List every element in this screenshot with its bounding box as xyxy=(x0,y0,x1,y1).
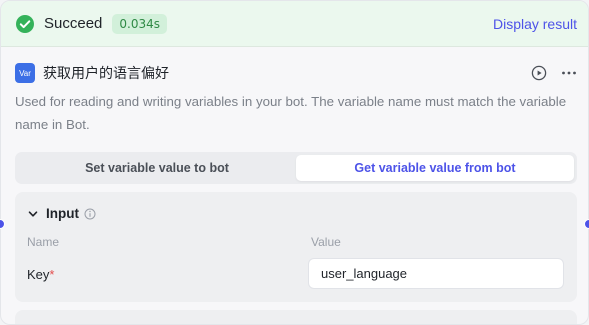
input-section-title: Input xyxy=(46,206,79,221)
tab-set-variable[interactable]: Set variable value to bot xyxy=(18,155,296,181)
param-key-label: Key* xyxy=(27,267,54,282)
output-port[interactable] xyxy=(584,219,589,229)
column-header-name: Name xyxy=(27,235,60,249)
check-circle-icon xyxy=(16,14,34,33)
node-actions xyxy=(531,65,577,81)
required-mark: * xyxy=(49,267,55,282)
input-section: Input Name Value Key* user_language xyxy=(15,192,577,302)
status-text: Succeed xyxy=(44,15,103,32)
info-icon[interactable] xyxy=(84,208,96,220)
node-title[interactable]: 获取用户的语言偏好 xyxy=(43,63,169,83)
more-icon[interactable] xyxy=(561,65,577,81)
node-description: Used for reading and writing variables i… xyxy=(15,94,567,132)
variable-node-card: Succeed 0.034s Display result Var 获取用户的语… xyxy=(0,0,589,325)
mode-switch: Set variable value to bot Get variable v… xyxy=(15,152,577,184)
node-header: Var 获取用户的语言偏好 xyxy=(15,61,577,85)
play-circle-icon[interactable] xyxy=(531,65,547,81)
duration-badge: 0.034s xyxy=(112,13,167,34)
run-status-bar: Succeed 0.034s Display result xyxy=(1,1,588,47)
chevron-down-icon xyxy=(28,210,38,217)
input-section-header[interactable]: Input xyxy=(27,206,96,221)
param-key-text: Key xyxy=(27,267,50,282)
column-header-value: Value xyxy=(311,235,341,249)
tab-get-variable[interactable]: Get variable value from bot xyxy=(296,155,574,181)
display-result-link[interactable]: Display result xyxy=(493,16,577,32)
param-value-field[interactable]: user_language xyxy=(308,258,564,289)
variable-node-icon: Var xyxy=(15,63,35,83)
output-section xyxy=(15,310,577,324)
